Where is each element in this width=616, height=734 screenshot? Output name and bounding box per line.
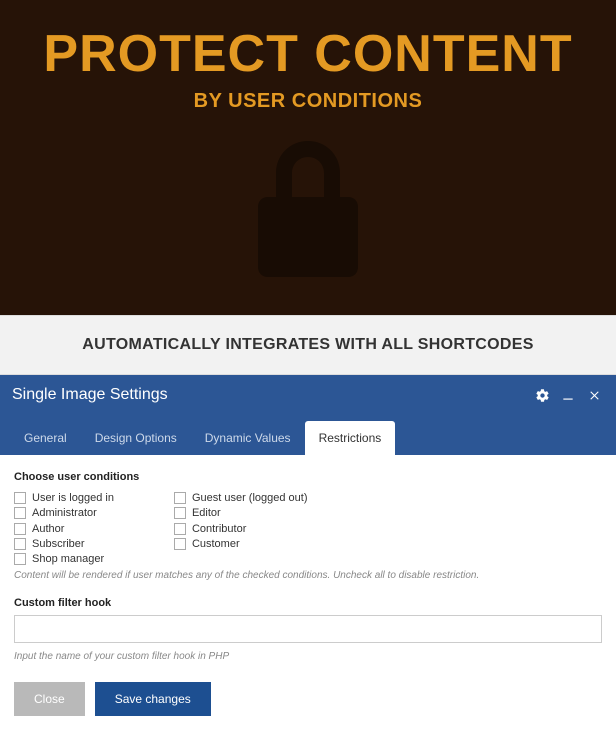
close-icon[interactable] [584, 389, 604, 402]
checkbox-box [174, 538, 186, 550]
tab-design-options[interactable]: Design Options [81, 421, 191, 455]
checkbox-label: Customer [192, 537, 240, 551]
gear-icon[interactable] [532, 388, 552, 403]
lock-icon [248, 141, 368, 286]
conditions-col-right: Guest user (logged out) Editor Contribut… [174, 491, 308, 566]
checkbox-label: Administrator [32, 506, 97, 520]
modal-titlebar: Single Image Settings [0, 375, 616, 415]
checkbox-box [14, 492, 26, 504]
modal-tabs: General Design Options Dynamic Values Re… [0, 415, 616, 455]
conditions-label: Choose user conditions [14, 471, 602, 483]
modal-body: Choose user conditions User is logged in… [0, 455, 616, 670]
checkbox-label: Contributor [192, 522, 246, 536]
conditions-help: Content will be rendered if user matches… [14, 570, 602, 581]
checkbox-editor[interactable]: Editor [174, 506, 308, 520]
filter-help: Input the name of your custom filter hoo… [14, 651, 602, 662]
settings-modal: Single Image Settings General Design Opt… [0, 375, 616, 734]
filter-label: Custom filter hook [14, 597, 602, 609]
checkbox-box [174, 523, 186, 535]
conditions-col-left: User is logged in Administrator Author S… [14, 491, 114, 566]
checkbox-logged-in[interactable]: User is logged in [14, 491, 114, 505]
checkbox-box [174, 492, 186, 504]
close-button[interactable]: Close [14, 682, 85, 716]
checkbox-label: Editor [192, 506, 221, 520]
minimize-icon[interactable] [558, 388, 578, 402]
checkbox-box [14, 553, 26, 565]
checkbox-administrator[interactable]: Administrator [14, 506, 114, 520]
checkbox-shop-manager[interactable]: Shop manager [14, 552, 114, 566]
modal-title: Single Image Settings [12, 386, 526, 404]
save-button[interactable]: Save changes [95, 682, 211, 716]
checkbox-customer[interactable]: Customer [174, 537, 308, 551]
checkbox-label: Subscriber [32, 537, 85, 551]
integrates-text: AUTOMATICALLY INTEGRATES WITH ALL SHORTC… [82, 336, 533, 354]
checkbox-label: Author [32, 522, 64, 536]
checkbox-contributor[interactable]: Contributor [174, 522, 308, 536]
modal-actions: Close Save changes [0, 670, 616, 734]
tab-restrictions[interactable]: Restrictions [305, 421, 396, 455]
checkbox-label: Guest user (logged out) [192, 491, 308, 505]
tab-dynamic-values[interactable]: Dynamic Values [191, 421, 305, 455]
checkbox-guest[interactable]: Guest user (logged out) [174, 491, 308, 505]
banner-title: PROTECT CONTENT [43, 28, 572, 80]
checkbox-subscriber[interactable]: Subscriber [14, 537, 114, 551]
banner-subtitle: BY USER CONDITIONS [194, 90, 423, 113]
checkbox-label: Shop manager [32, 552, 104, 566]
checkbox-box [14, 538, 26, 550]
integrates-bar: AUTOMATICALLY INTEGRATES WITH ALL SHORTC… [0, 315, 616, 375]
checkbox-box [174, 507, 186, 519]
checkbox-box [14, 507, 26, 519]
filter-hook-input[interactable] [14, 615, 602, 643]
checkbox-author[interactable]: Author [14, 522, 114, 536]
conditions-columns: User is logged in Administrator Author S… [14, 491, 602, 566]
tab-general[interactable]: General [10, 421, 81, 455]
marketing-banner: PROTECT CONTENT BY USER CONDITIONS [0, 0, 616, 315]
checkbox-box [14, 523, 26, 535]
checkbox-label: User is logged in [32, 491, 114, 505]
